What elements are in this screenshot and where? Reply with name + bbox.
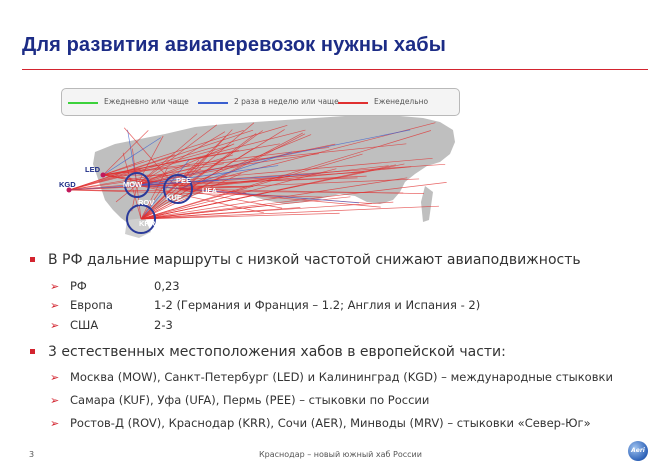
legend-label: Ежедневно или чаще (104, 97, 189, 106)
city-label-ufa: UFA (202, 186, 218, 195)
city-label-pee: PEE (176, 176, 191, 185)
legend-swatch-red (338, 102, 368, 104)
arrow-bullet-icon: ➢ (50, 417, 60, 430)
map-legend: Ежедневно или чаще 2 раза в неделю или ч… (61, 88, 460, 116)
bullet-text: 3 естественных местоположения хабов в ев… (48, 344, 506, 360)
page-number: 3 (29, 450, 35, 459)
sub-bullet-label: США (70, 318, 99, 332)
city-label-rov: ROV (138, 198, 154, 207)
legend-swatch-blue (198, 102, 228, 104)
arrow-bullet-icon: ➢ (50, 280, 60, 293)
square-bullet-icon (30, 349, 35, 354)
sub-bullet-text: Ростов-Д (ROV), Краснодар (KRR), Сочи (A… (70, 416, 591, 430)
sub-bullet-value: 2-3 (154, 318, 173, 332)
sub-bullet-value: 0,23 (154, 279, 180, 293)
city-label-kgd: KGD (59, 180, 76, 189)
island-east (421, 186, 433, 222)
logo-text: Aeri (631, 447, 645, 454)
arrow-bullet-icon: ➢ (50, 371, 60, 384)
city-label-kuf: KUF (166, 193, 182, 202)
city-label-krr: KRR (139, 219, 156, 228)
city-label-mow: MOW (123, 180, 143, 189)
sub-bullet-value: 1-2 (Германия и Франция – 1.2; Англия и … (154, 298, 481, 312)
sub-bullet-text: Самара (KUF), Уфа (UFA), Пермь (PEE) – с… (70, 393, 430, 407)
legend-label: 2 раза в неделю или чаще (234, 97, 339, 106)
arrow-bullet-icon: ➢ (50, 299, 60, 312)
square-bullet-icon (30, 257, 35, 262)
city-dot-led (100, 172, 106, 178)
legend-label: Еженедельно (374, 97, 429, 106)
city-label-led: LED (85, 165, 101, 174)
legend-swatch-green (68, 102, 98, 104)
slide-title: Для развития авиаперевозок нужны хабы (22, 34, 446, 56)
sub-bullet-label: РФ (70, 279, 87, 293)
footer-caption: Краснодар – новый южный хаб России (259, 450, 422, 459)
sub-bullet-text: Москва (MOW), Санкт-Петербург (LED) и Ка… (70, 370, 613, 384)
arrow-bullet-icon: ➢ (50, 394, 60, 407)
bullet-text: В РФ дальние маршруты с низкой частотой … (48, 252, 581, 268)
title-divider (22, 69, 648, 70)
arrow-bullet-icon: ➢ (50, 319, 60, 332)
sub-bullet-label: Европа (70, 298, 113, 312)
company-logo-icon: Aeri (628, 441, 648, 461)
